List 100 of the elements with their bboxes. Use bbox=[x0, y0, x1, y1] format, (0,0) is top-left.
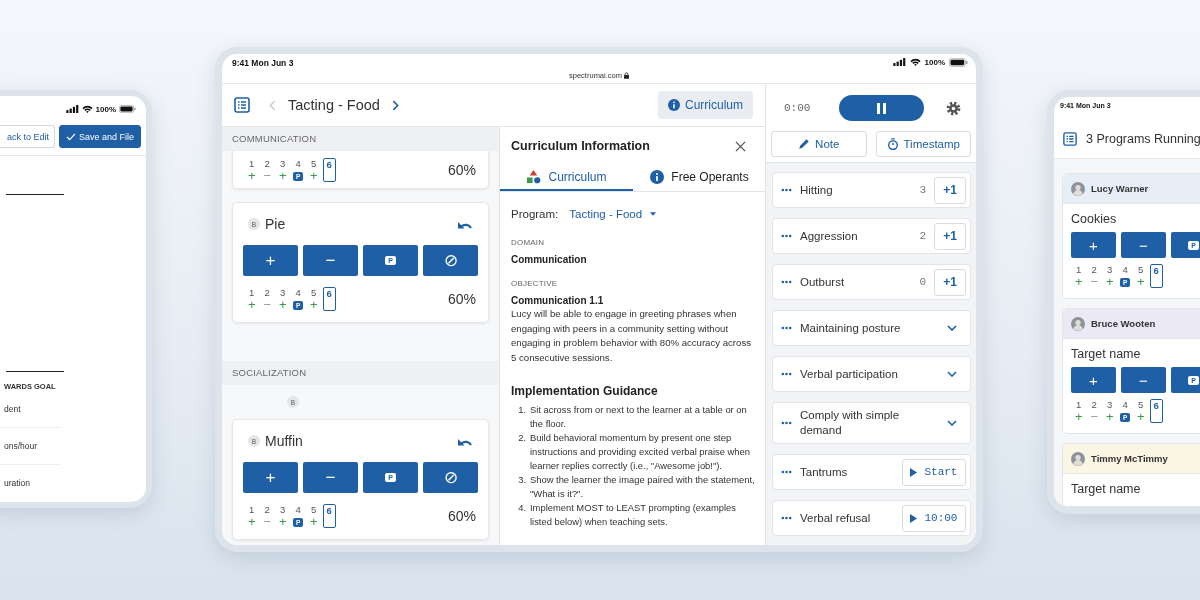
plus-mark: + bbox=[309, 299, 318, 311]
behavior-name: Maintaining posture bbox=[800, 320, 901, 336]
behavior-name: Verbal participation bbox=[800, 366, 898, 382]
settings-icon[interactable] bbox=[946, 100, 961, 116]
percent-score: 60% bbox=[447, 508, 476, 524]
more-icon[interactable] bbox=[781, 326, 792, 330]
trial-number: 5 bbox=[311, 504, 317, 516]
field-value: Communication bbox=[511, 254, 588, 265]
minus-button[interactable]: − bbox=[1121, 232, 1166, 258]
field-label: Program: bbox=[511, 208, 559, 220]
more-icon[interactable] bbox=[781, 516, 792, 520]
trial-number: 1 bbox=[249, 504, 255, 516]
timer-button[interactable]: 10:00 bbox=[902, 504, 966, 532]
trial-number: 2 bbox=[264, 504, 270, 516]
timer-button[interactable]: Start bbox=[902, 458, 966, 486]
section-header: COMMUNICATION bbox=[222, 127, 499, 151]
plus-button[interactable]: + bbox=[243, 245, 298, 276]
section-header: SOCIALIZATION bbox=[222, 361, 499, 385]
increment-button[interactable]: +1 bbox=[934, 222, 966, 250]
plus-mark: + bbox=[278, 169, 287, 182]
count-value: 2 bbox=[919, 230, 926, 242]
list-number: 4. bbox=[517, 501, 526, 515]
trial-number: 1 bbox=[249, 287, 255, 299]
tab[interactable]: Curriculum bbox=[500, 165, 633, 191]
count-value: 3 bbox=[919, 184, 926, 196]
tab[interactable]: Free Operants bbox=[633, 165, 766, 191]
minus-button[interactable]: − bbox=[303, 245, 358, 276]
target-name: Pie bbox=[265, 216, 286, 232]
stopwatch-icon bbox=[886, 138, 899, 150]
more-icon[interactable] bbox=[781, 188, 792, 192]
pause-button[interactable] bbox=[839, 95, 925, 121]
trial-number: 4 bbox=[295, 287, 301, 299]
plus-mark: + bbox=[1105, 276, 1114, 288]
save-button[interactable]: Save and File bbox=[58, 125, 141, 148]
trial-number: 4 bbox=[1122, 264, 1128, 276]
timestamp-button[interactable]: Timestamp bbox=[875, 131, 971, 157]
curriculum-button[interactable]: Curriculum bbox=[658, 91, 753, 119]
avatar-icon bbox=[1071, 451, 1085, 466]
behavior-name: Hitting bbox=[800, 182, 833, 198]
check-icon bbox=[65, 132, 76, 141]
chevron-down-icon[interactable] bbox=[947, 371, 957, 377]
plus-mark: + bbox=[309, 169, 318, 182]
current-trial-box: 6 bbox=[322, 504, 336, 528]
note-button[interactable]: Note bbox=[771, 131, 867, 157]
plus-mark: + bbox=[278, 516, 287, 528]
percent-score: 60% bbox=[447, 291, 476, 307]
list-number: 3. bbox=[517, 473, 526, 487]
pause-icon bbox=[877, 102, 887, 114]
more-icon[interactable] bbox=[781, 372, 792, 376]
list-text: Show the learner the image paired with the statement, "What is it?". bbox=[530, 473, 756, 501]
battery-icon bbox=[949, 58, 968, 67]
target-name: Cookies bbox=[1070, 211, 1118, 228]
chevron-down-icon[interactable] bbox=[947, 420, 957, 426]
minus-button[interactable]: − bbox=[1121, 367, 1166, 393]
more-icon[interactable] bbox=[781, 421, 792, 425]
field-label: DOMAIN bbox=[511, 238, 546, 247]
back-button[interactable]: ack to Edit bbox=[0, 125, 55, 148]
trial-number: 4 bbox=[295, 157, 301, 170]
list-icon[interactable] bbox=[234, 97, 250, 113]
play-icon bbox=[910, 467, 918, 477]
behavior-name: Verbal refusal bbox=[800, 510, 871, 526]
increment-button[interactable]: +1 bbox=[934, 268, 966, 296]
minus-mark: − bbox=[1090, 276, 1099, 288]
program-dropdown[interactable]: Tacting - Food bbox=[569, 208, 657, 220]
chevron-down-icon[interactable] bbox=[947, 325, 957, 331]
list-icon[interactable] bbox=[1063, 132, 1077, 146]
shapes-icon bbox=[526, 170, 542, 184]
more-icon[interactable] bbox=[781, 470, 792, 474]
plus-button[interactable]: + bbox=[1071, 367, 1116, 393]
caret-icon bbox=[650, 212, 657, 216]
plus-button[interactable]: + bbox=[243, 462, 298, 493]
current-trial-box: 6 bbox=[1149, 399, 1163, 423]
trial-number: 2 bbox=[264, 157, 270, 170]
more-icon[interactable] bbox=[781, 280, 792, 284]
no-response-button[interactable]: ⊘ bbox=[423, 462, 478, 493]
minus-mark: − bbox=[263, 169, 272, 182]
field-value: Communication 1.1 bbox=[511, 295, 605, 306]
more-icon[interactable] bbox=[781, 234, 792, 238]
objective-text: Lucy will be able to engage in greeting phrases when engaging with peers in a community setting without engaging in problem behavior with 80% accuracy across 5 consecutive sessions. bbox=[511, 307, 752, 365]
elapsed-time: 0:00 bbox=[784, 102, 811, 114]
plus-mark: + bbox=[1136, 411, 1145, 423]
plus-mark: + bbox=[247, 169, 256, 182]
chevron-right-icon[interactable] bbox=[391, 99, 399, 111]
no-response-button[interactable]: ⊘ bbox=[423, 245, 478, 276]
trial-number: 3 bbox=[280, 157, 286, 170]
page-title: 3 Programs Running bbox=[1086, 132, 1200, 146]
behavior-name: Aggression bbox=[800, 228, 858, 244]
minus-button[interactable]: − bbox=[303, 462, 358, 493]
list-text: Implement MOST to LEAST prompting (examples listed below) when teaching sets. bbox=[530, 501, 737, 529]
play-icon bbox=[910, 513, 918, 523]
current-trial-box: 6 bbox=[322, 287, 336, 311]
trial-number: 5 bbox=[311, 287, 317, 299]
trial-number: 4 bbox=[1122, 399, 1128, 411]
behavior-name: Comply with simple demand bbox=[800, 408, 901, 438]
plus-button[interactable]: + bbox=[1071, 232, 1116, 258]
learner-name: Lucy Warner bbox=[1091, 183, 1149, 194]
increment-button[interactable]: +1 bbox=[934, 176, 966, 204]
behavior-name: Tantrums bbox=[800, 464, 848, 480]
close-icon[interactable] bbox=[735, 140, 746, 152]
list-number: 2. bbox=[517, 431, 526, 445]
